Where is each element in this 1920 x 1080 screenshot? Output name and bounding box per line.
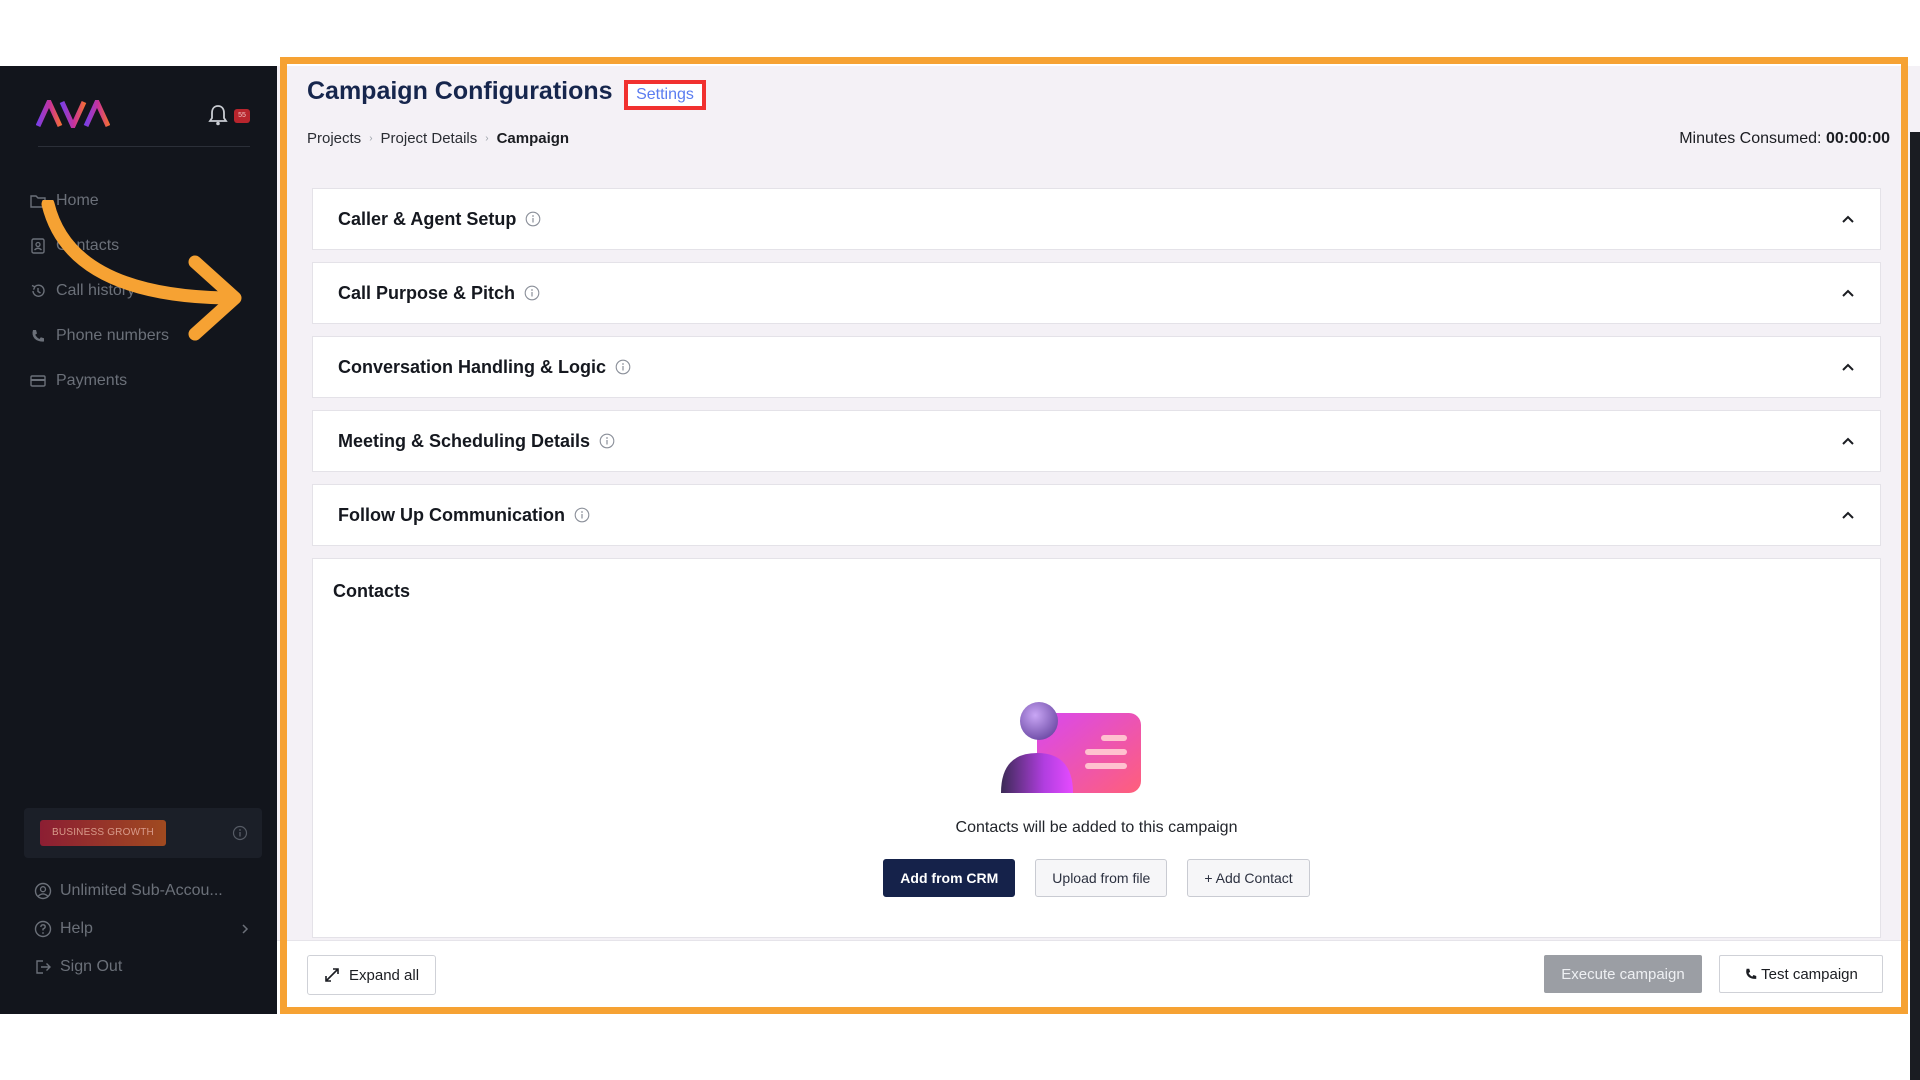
sidebar-item-label: Unlimited Sub-Accou... [60, 882, 223, 899]
chevron-up-icon[interactable] [1841, 362, 1855, 372]
sidebar-bottom-nav: Unlimited Sub-Accou... Help Sign Out [34, 872, 258, 986]
folder-icon [30, 194, 46, 208]
test-campaign-label: Test campaign [1761, 965, 1858, 983]
info-icon[interactable] [232, 825, 248, 846]
sidebar-item-label: Phone numbers [56, 326, 169, 344]
accordion-title: Conversation Handling & Logic [338, 356, 607, 377]
breadcrumb-project-details[interactable]: Project Details [381, 130, 478, 147]
expand-all-label: Expand all [349, 966, 420, 984]
plan-badge[interactable]: BUSINESS GROWTH [40, 820, 166, 846]
upload-from-file-button[interactable]: Upload from file [1035, 859, 1168, 897]
chevron-up-icon[interactable] [1841, 510, 1855, 520]
breadcrumb: Projects › Project Details › Campaign [307, 130, 569, 147]
chevron-right-icon: › [369, 133, 373, 144]
empty-state-message: Contacts will be added to this campaign [955, 819, 1238, 836]
history-icon [31, 284, 45, 297]
info-icon[interactable] [615, 359, 631, 375]
sidebar: 55 Home Contacts Call history Phone numb… [0, 66, 277, 1014]
contacts-actions: Add from CRM Upload from file + Add Cont… [313, 859, 1880, 897]
accordion-title: Caller & Agent Setup [338, 208, 517, 229]
sidebar-divider [38, 146, 250, 147]
expand-icon [325, 968, 339, 982]
app-window: 55 Home Contacts Call history Phone numb… [0, 66, 1920, 1080]
user-circle-icon [34, 882, 52, 900]
test-campaign-button[interactable]: Test campaign [1719, 955, 1883, 993]
sidebar-item-label: Call history [56, 281, 136, 299]
contacts-illustration [1001, 701, 1145, 802]
accordion-call-purpose-pitch[interactable]: Call Purpose & Pitch [312, 262, 1881, 324]
phone-icon [32, 329, 44, 342]
accordion-title: Meeting & Scheduling Details [338, 430, 591, 451]
minutes-value: 00:00:00 [1825, 130, 1890, 147]
minutes-label: Minutes Consumed: [1679, 130, 1822, 147]
sidebar-item-contacts[interactable]: Contacts [30, 223, 260, 268]
sign-out-icon [36, 960, 51, 974]
info-icon[interactable] [525, 211, 541, 227]
page-title: Campaign Configurations [307, 77, 613, 105]
info-icon[interactable] [524, 285, 540, 301]
ava-logo[interactable] [35, 95, 111, 133]
minutes-consumed: Minutes Consumed: 00:00:00 [1679, 130, 1890, 148]
accordion-caller-agent-setup[interactable]: Caller & Agent Setup [312, 188, 1881, 250]
sidebar-item-label: Home [56, 191, 99, 209]
accordion-title: Follow Up Communication [338, 504, 565, 525]
action-footer: Expand all Execute campaign Test campaig… [277, 940, 1920, 1014]
contacts-title: Contacts [333, 581, 411, 601]
chevron-right-icon: › [485, 133, 489, 144]
sidebar-item-sign-out[interactable]: Sign Out [34, 948, 258, 986]
info-icon[interactable] [599, 433, 615, 449]
sidebar-item-label: Sign Out [60, 958, 123, 975]
bell-icon[interactable] [208, 104, 228, 131]
info-icon[interactable] [574, 507, 590, 523]
sidebar-item-label: Contacts [56, 236, 120, 254]
breadcrumb-projects[interactable]: Projects [307, 130, 361, 147]
sidebar-item-home[interactable]: Home [30, 178, 260, 223]
execute-campaign-button[interactable]: Execute campaign [1544, 955, 1702, 993]
contacts-card: Contacts Contacts will be added to this … [312, 558, 1881, 938]
plan-panel: BUSINESS GROWTH [24, 808, 262, 858]
contact-card-icon [31, 237, 45, 254]
sidebar-item-label: Payments [56, 371, 128, 389]
accordion-conversation-handling[interactable]: Conversation Handling & Logic [312, 336, 1881, 398]
add-from-crm-button[interactable]: Add from CRM [883, 859, 1016, 897]
expand-all-button[interactable]: Expand all [307, 955, 437, 995]
chevron-up-icon[interactable] [1841, 436, 1855, 446]
chevron-up-icon[interactable] [1841, 288, 1855, 298]
help-icon [34, 920, 52, 938]
sidebar-item-call-history[interactable]: Call history [30, 268, 260, 313]
chevron-up-icon[interactable] [1841, 214, 1855, 224]
add-contact-button[interactable]: + Add Contact [1187, 859, 1310, 897]
main-content: Campaign Configurations Settings Project… [277, 66, 1920, 1014]
sidebar-item-help[interactable]: Help [34, 910, 258, 948]
accordion-meeting-scheduling[interactable]: Meeting & Scheduling Details [312, 410, 1881, 472]
chevron-right-icon [242, 924, 249, 934]
sidebar-item-payments[interactable]: Payments [30, 358, 260, 403]
sidebar-item-sub-accounts[interactable]: Unlimited Sub-Accou... [34, 872, 258, 910]
window-edge [1910, 132, 1920, 1080]
sidebar-item-label: Help [60, 920, 93, 937]
accordion-follow-up-communication[interactable]: Follow Up Communication [312, 484, 1881, 546]
notification-badge: 55 [234, 109, 250, 123]
sidebar-item-phone-numbers[interactable]: Phone numbers [30, 313, 260, 358]
sidebar-nav: Home Contacts Call history Phone numbers… [30, 178, 260, 403]
phone-icon [1746, 968, 1757, 979]
card-icon [30, 374, 46, 387]
settings-link[interactable]: Settings [624, 80, 706, 110]
accordion-title: Call Purpose & Pitch [338, 282, 516, 303]
breadcrumb-campaign: Campaign [496, 130, 570, 147]
